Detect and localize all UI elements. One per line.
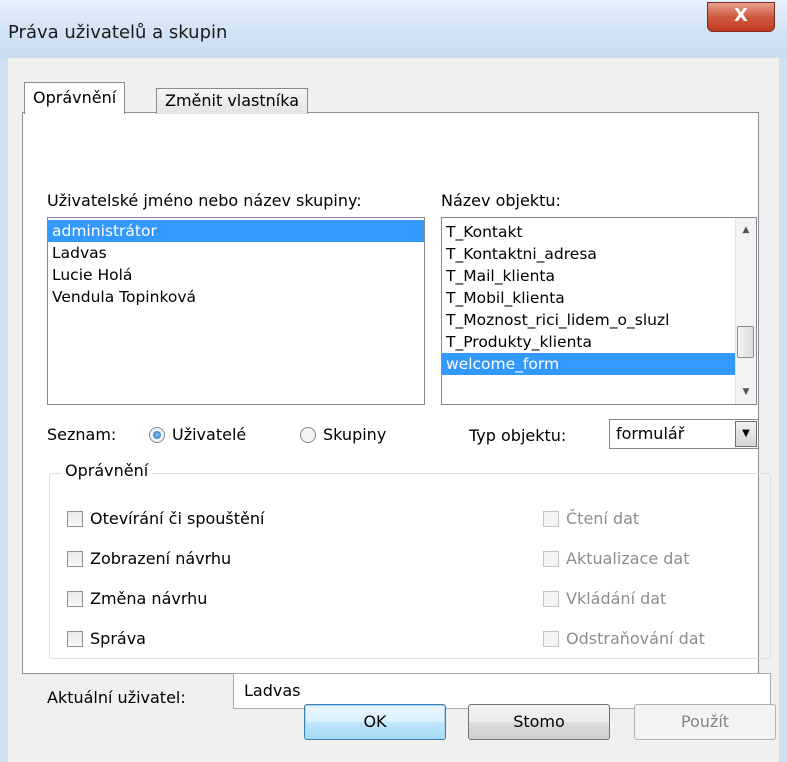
dialog-window: Práva uživatelů a skupin X Oprávnění Změ… bbox=[0, 0, 787, 762]
checkbox-open-run-label[interactable]: Otevírání či spouštění bbox=[90, 509, 264, 528]
tab-label: Oprávnění bbox=[33, 88, 117, 107]
window-title: Práva uživatelů a skupin bbox=[8, 22, 228, 43]
checkbox-update-data bbox=[543, 551, 559, 567]
list-item[interactable]: T_Kontakt bbox=[442, 221, 737, 243]
list-item[interactable]: Ladvas bbox=[48, 242, 424, 264]
dialog-body: Oprávnění Změnit vlastníka Uživatelské j… bbox=[8, 58, 779, 762]
checkbox-delete-data-label: Odstraňování dat bbox=[566, 629, 705, 648]
close-button[interactable]: X bbox=[707, 2, 775, 32]
users-listbox[interactable]: administrátor Ladvas Lucie Holá Vendula Top… bbox=[47, 217, 425, 405]
radio-selected-dot bbox=[153, 431, 161, 439]
checkbox-view-design-label[interactable]: Zobrazení návrhu bbox=[90, 549, 231, 568]
chevron-up-icon[interactable]: ▲ bbox=[736, 220, 756, 240]
list-item[interactable]: Lucie Holá bbox=[48, 264, 424, 286]
list-item[interactable]: T_Produkty_klienta bbox=[442, 331, 737, 353]
checkbox-read-data-label: Čtení dat bbox=[566, 509, 640, 528]
checkbox-delete-data bbox=[543, 631, 559, 647]
checkbox-insert-data bbox=[543, 591, 559, 607]
checkbox-administer-label[interactable]: Správa bbox=[90, 629, 146, 648]
list-item[interactable]: T_Mobil_klienta bbox=[442, 287, 737, 309]
list-filter-label: Seznam: bbox=[47, 425, 117, 444]
object-type-label: Typ objektu: bbox=[469, 426, 567, 445]
object-type-select[interactable]: formulář ▼ bbox=[609, 419, 759, 449]
scrollbar-thumb[interactable] bbox=[737, 326, 754, 358]
current-user-label: Aktuální uživatel: bbox=[47, 688, 186, 707]
list-item[interactable]: administrátor bbox=[48, 220, 424, 242]
chevron-down-icon[interactable]: ▼ bbox=[735, 421, 757, 447]
objects-listbox[interactable]: T_Kontakt T_Kontaktni_adresa T_Mail_klient… bbox=[441, 217, 757, 405]
tab-change-owner[interactable]: Změnit vlastníka bbox=[156, 88, 309, 114]
tab-label: Změnit vlastníka bbox=[165, 91, 300, 110]
checkbox-update-data-label: Aktualizace dat bbox=[566, 549, 690, 568]
tab-panel: Uživatelské jméno nebo název skupiny: ad… bbox=[22, 112, 771, 709]
radio-groups-label[interactable]: Skupiny bbox=[323, 425, 386, 444]
cancel-button[interactable]: Stomo bbox=[468, 704, 610, 740]
radio-users[interactable] bbox=[149, 427, 165, 443]
list-item[interactable]: Vendula Topinková bbox=[48, 286, 424, 308]
users-label: Uživatelské jméno nebo název skupiny: bbox=[47, 191, 362, 210]
chevron-down-icon[interactable]: ▼ bbox=[736, 382, 756, 402]
apply-button: Použít bbox=[634, 704, 776, 740]
radio-users-label[interactable]: Uživatelé bbox=[172, 425, 246, 444]
permissions-legend: Oprávnění bbox=[61, 461, 153, 480]
checkbox-view-design[interactable] bbox=[67, 551, 83, 567]
radio-groups[interactable] bbox=[300, 427, 316, 443]
checkbox-open-run[interactable] bbox=[67, 511, 83, 527]
list-item[interactable]: T_Kontaktni_adresa bbox=[442, 243, 737, 265]
checkbox-administer[interactable] bbox=[67, 631, 83, 647]
checkbox-insert-data-label: Vkládání dat bbox=[566, 589, 667, 608]
close-icon: X bbox=[734, 5, 748, 26]
title-bar[interactable]: Práva uživatelů a skupin X bbox=[0, 0, 787, 58]
checkbox-modify-design[interactable] bbox=[67, 591, 83, 607]
list-item[interactable]: T_Moznost_rici_lidem_o_sluzl bbox=[442, 309, 737, 331]
checkbox-modify-design-label[interactable]: Změna návrhu bbox=[90, 589, 207, 608]
list-item[interactable]: T_Mail_klienta bbox=[442, 265, 737, 287]
objects-scrollbar[interactable]: ▲ ▼ bbox=[735, 218, 756, 404]
checkbox-read-data bbox=[543, 511, 559, 527]
objects-label: Název objektu: bbox=[441, 191, 561, 210]
object-type-value: formulář bbox=[616, 424, 685, 443]
list-item[interactable]: welcome_form bbox=[442, 353, 737, 375]
tab-permissions[interactable]: Oprávnění bbox=[24, 82, 126, 114]
ok-button[interactable]: OK bbox=[304, 704, 446, 740]
